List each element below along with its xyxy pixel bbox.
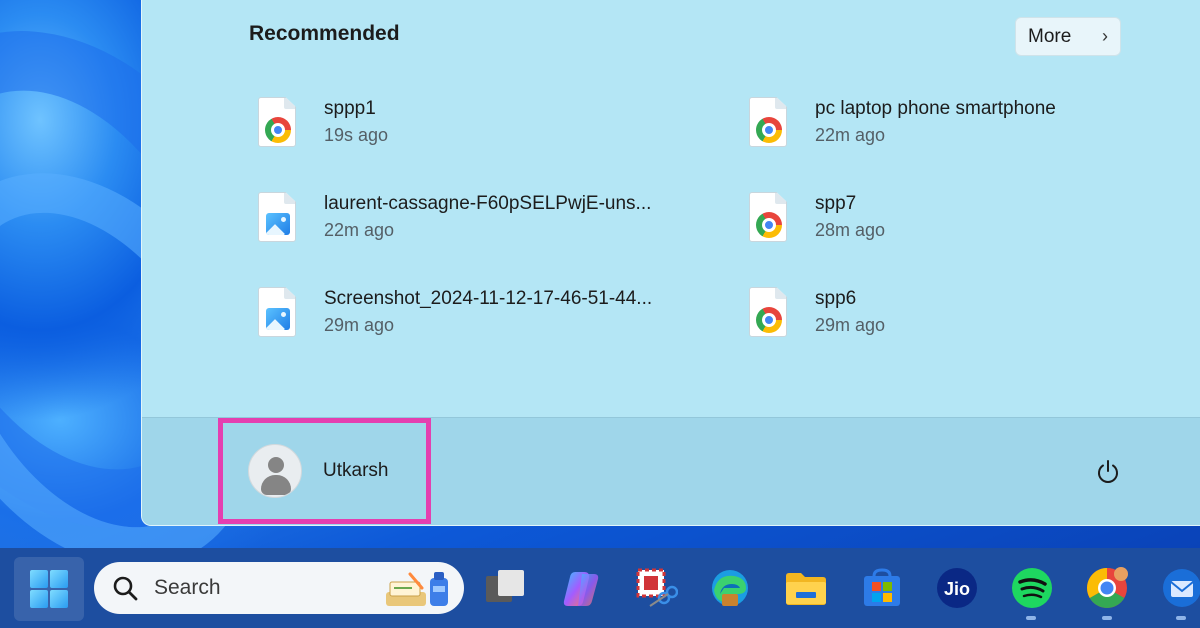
- running-indicator: [1026, 616, 1036, 620]
- image-file-icon: [258, 287, 296, 337]
- recommended-item[interactable]: laurent-cassagne-F60pSELPwjE-uns... 22m …: [258, 192, 651, 242]
- more-button-label: More: [1028, 25, 1072, 47]
- taskbar-search[interactable]: Search: [94, 562, 464, 614]
- recommended-item-name: spp7: [815, 193, 857, 214]
- recommended-item-name: Screenshot_2024-11-12-17-46-51-44...: [324, 288, 653, 309]
- recommended-item[interactable]: sppp1 19s ago: [258, 97, 388, 147]
- recommended-item-name: sppp1: [324, 98, 376, 119]
- search-highlight-illustration: [386, 572, 448, 606]
- chrome-icon[interactable]: [1085, 566, 1129, 610]
- snipping-tool-icon[interactable]: [634, 566, 679, 610]
- running-indicator: [1176, 616, 1186, 620]
- chevron-right-icon: ›: [1102, 26, 1108, 46]
- recommended-item-name: laurent-cassagne-F60pSELPwjE-uns...: [324, 193, 652, 214]
- start-button[interactable]: [14, 557, 84, 621]
- search-icon: [113, 576, 138, 601]
- running-indicator: [1102, 616, 1112, 620]
- jio-label: Jio: [944, 579, 970, 599]
- spotify-icon[interactable]: [1010, 566, 1054, 610]
- more-button[interactable]: More ›: [1015, 17, 1121, 56]
- jio-icon[interactable]: Jio: [935, 566, 979, 610]
- recommended-title: Recommended: [249, 22, 400, 45]
- chrome-file-icon: [749, 97, 787, 147]
- recommended-item-time: 29m ago: [324, 315, 395, 335]
- recommended-item[interactable]: spp7 28m ago: [749, 192, 885, 242]
- task-view-icon[interactable]: [484, 566, 528, 610]
- recommended-item[interactable]: pc laptop phone smartphone 22m ago: [749, 97, 1056, 147]
- avatar: [248, 444, 302, 498]
- folder-icon[interactable]: [784, 566, 828, 610]
- power-icon[interactable]: [1094, 458, 1122, 486]
- chrome-file-icon: [749, 287, 787, 337]
- recommended-item-time: 22m ago: [815, 125, 886, 145]
- recommended-item-name: pc laptop phone smartphone: [815, 98, 1056, 119]
- image-file-icon: [258, 192, 296, 242]
- recommended-item-time: 28m ago: [815, 220, 886, 240]
- user-account-button[interactable]: Utkarsh: [248, 444, 388, 498]
- recommended-item-time: 29m ago: [815, 315, 886, 335]
- recommended-item-time: 19s ago: [324, 125, 389, 145]
- chrome-file-icon: [749, 192, 787, 242]
- store-icon[interactable]: [860, 566, 904, 610]
- windows-logo-icon: [30, 570, 68, 608]
- edge-icon[interactable]: [708, 566, 752, 610]
- recommended-item-name: spp6: [815, 288, 857, 309]
- recommended-item-time: 22m ago: [324, 220, 395, 240]
- search-placeholder: Search: [154, 576, 221, 599]
- user-name: Utkarsh: [323, 460, 389, 481]
- chrome-file-icon: [258, 97, 296, 147]
- thunderbird-icon[interactable]: [1160, 566, 1200, 610]
- recommended-item[interactable]: spp6 29m ago: [749, 287, 885, 337]
- recommended-item[interactable]: Screenshot_2024-11-12-17-46-51-44... 29m…: [258, 287, 652, 337]
- copilot-icon[interactable]: [560, 566, 604, 610]
